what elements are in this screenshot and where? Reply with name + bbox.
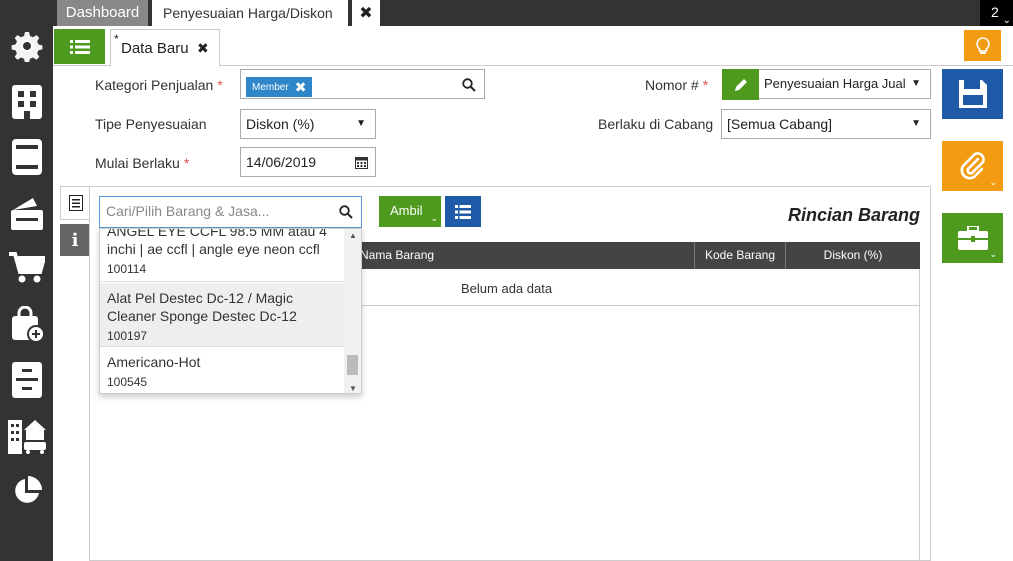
caret-down-icon: ▼ (356, 118, 366, 129)
info-icon[interactable]: i (60, 224, 90, 256)
cart-icon[interactable] (0, 248, 53, 288)
briefcase-icon (957, 226, 988, 250)
list-item[interactable]: Americano-Hot 100545 (100, 347, 344, 393)
caret-down-icon: ▼ (911, 118, 921, 129)
item-code: 100197 (107, 329, 148, 343)
kategori-label-text: Kategori Penjualan (95, 77, 214, 93)
building-icon[interactable] (0, 82, 53, 122)
wallet-icon[interactable] (0, 193, 53, 233)
doc-tab-title: Data Baru (121, 40, 189, 57)
tab-dashboard[interactable]: Dashboard (57, 0, 148, 26)
list-item[interactable]: ANGEL EYE CCFL 98.5 MM atau 4 inchi | ae… (100, 228, 344, 282)
lightbulb-icon (975, 36, 990, 54)
tipe-value: Diskon (%) (246, 116, 315, 132)
document-lines-icon (68, 195, 83, 211)
empty-message: Belum ada data (461, 281, 553, 296)
save-icon (958, 80, 987, 108)
tipe-penyesuaian-select[interactable]: Diskon (%) ▼ (240, 109, 376, 139)
tab-count-value: 2 (991, 4, 999, 20)
dropdown-scrollbar[interactable]: ▲ ▼ (344, 229, 361, 393)
kategori-penjualan-field[interactable]: Member ✖ (240, 69, 485, 99)
edit-nomor-button[interactable] (722, 69, 759, 100)
pencil-icon (734, 78, 747, 91)
scroll-thumb[interactable] (347, 355, 358, 375)
table-border (919, 306, 920, 561)
chevron-down-icon: ⌄ (989, 249, 997, 259)
unsaved-mark: * (114, 32, 119, 46)
scroll-down-icon[interactable]: ▼ (349, 384, 357, 393)
section-title: Rincian Barang (787, 205, 920, 225)
save-button[interactable] (942, 69, 1003, 119)
item-code: 100114 (107, 262, 147, 276)
detail-list-tab[interactable] (60, 186, 90, 220)
column-kode-barang[interactable]: Kode Barang (694, 242, 785, 269)
city-icon[interactable] (0, 415, 53, 455)
gear-icon[interactable] (0, 26, 53, 66)
tab-penyesuaian-harga[interactable]: Penyesuaian Harga/Diskon (152, 0, 348, 26)
required-mark: * (217, 77, 223, 93)
date-value: 14/06/2019 (246, 154, 317, 170)
tipe-penyesuaian-label: Tipe Penyesuaian (95, 116, 207, 132)
list-icon (455, 204, 471, 219)
item-code: 100545 (107, 375, 148, 389)
item-list-button[interactable] (445, 196, 481, 227)
item-search-input[interactable] (106, 203, 331, 219)
caret-down-icon: ▼ (911, 78, 921, 89)
nomor-value: Penyesuaian Harga Jual (764, 76, 906, 91)
ambil-label: Ambil (390, 203, 423, 218)
close-tab-icon[interactable]: ✖ (352, 0, 380, 26)
item-name: Americano-Hot (107, 354, 201, 370)
search-icon[interactable] (339, 205, 353, 219)
chip-remove-icon[interactable]: ✖ (295, 79, 307, 96)
cabang-value: [Semua Cabang] (727, 116, 833, 132)
kategori-penjualan-label: Kategori Penjualan * (95, 77, 223, 93)
attachment-button[interactable]: ⌄ (942, 141, 1003, 191)
item-search-dropdown: ANGEL EYE CCFL 98.5 MM atau 4 inchi | ae… (99, 228, 362, 394)
bag-add-icon[interactable] (0, 304, 53, 344)
mulai-berlaku-label: Mulai Berlaku * (95, 155, 189, 171)
column-nama-barang[interactable]: Nama Barang (360, 242, 695, 269)
doc-tab-data-baru[interactable]: * Data Baru ✖ (110, 29, 220, 67)
ledger-icon[interactable] (0, 137, 53, 177)
chevron-down-icon: ⌄ (430, 213, 438, 223)
tools-button[interactable]: ⌄ (942, 213, 1003, 263)
cabang-select[interactable]: [Semua Cabang] ▼ (721, 109, 931, 139)
nomor-select[interactable]: Penyesuaian Harga Jual ▼ (759, 69, 931, 99)
calendar-icon[interactable] (355, 156, 368, 169)
item-name: Alat Pel Destec Dc-12 / Magic Cleaner Sp… (107, 290, 297, 324)
table-empty-row: Belum ada data (343, 269, 920, 306)
list-menu-button[interactable] (54, 29, 105, 64)
chip-label: Member (252, 81, 289, 93)
nomor-label-text: Nomor # (645, 77, 699, 93)
ambil-button[interactable]: Ambil ⌄ (379, 196, 441, 227)
list-icon (69, 39, 90, 54)
list-item[interactable]: Alat Pel Destec Dc-12 / Magic Cleaner Sp… (100, 283, 344, 347)
top-tab-bar: Dashboard Penyesuaian Harga/Diskon ✖ 2 ⌄ (53, 0, 1013, 26)
archive-icon[interactable] (0, 360, 53, 400)
sidebar (0, 0, 53, 561)
item-search-field[interactable] (99, 196, 362, 228)
required-mark: * (183, 155, 190, 171)
item-name: ANGEL EYE CCFL 98.5 MM atau 4 inchi | ae… (107, 228, 327, 257)
scroll-up-icon[interactable]: ▲ (349, 231, 357, 240)
hint-button[interactable] (964, 30, 1001, 61)
mulai-label-text: Mulai Berlaku (95, 155, 180, 171)
nomor-label: Nomor # * (645, 77, 708, 93)
search-icon[interactable] (462, 78, 476, 92)
chevron-down-icon: ⌄ (989, 177, 997, 187)
member-chip: Member ✖ (246, 77, 313, 97)
pie-chart-icon[interactable] (0, 471, 53, 511)
paperclip-icon (960, 152, 985, 180)
document-bar: * Data Baru ✖ (53, 26, 1013, 67)
items-table-header: Nama Barang Kode Barang Diskon (%) (343, 242, 920, 269)
close-icon[interactable]: ✖ (197, 40, 209, 57)
column-diskon[interactable]: Diskon (%) (785, 242, 920, 269)
berlaku-cabang-label: Berlaku di Cabang (598, 116, 714, 132)
mulai-berlaku-date-field[interactable]: 14/06/2019 (240, 147, 376, 177)
required-mark: * (702, 77, 709, 93)
open-tabs-counter[interactable]: 2 ⌄ (980, 0, 1013, 26)
